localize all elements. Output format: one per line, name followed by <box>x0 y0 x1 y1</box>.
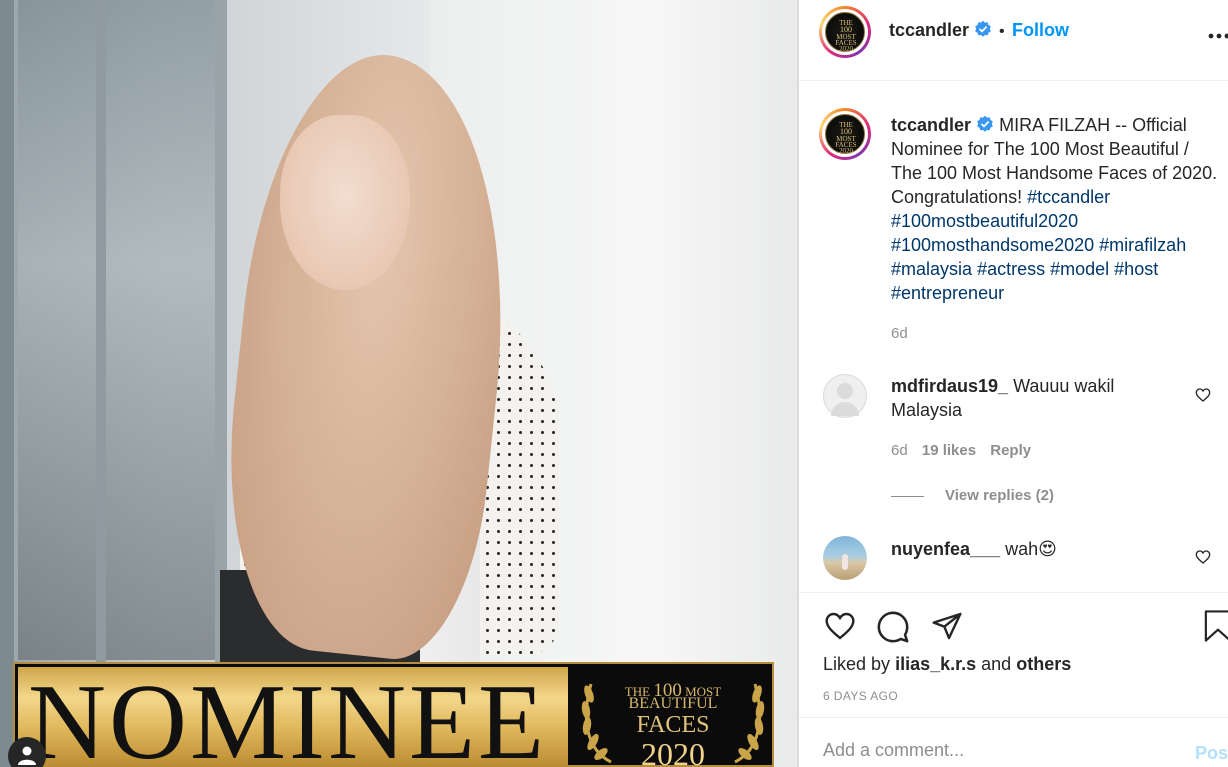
add-comment-bar: Post <box>799 717 1228 767</box>
avatar-figure <box>842 554 848 570</box>
comment-like-icon[interactable] <box>1195 387 1211 403</box>
comment-item: mdfirdaus19_ Wauuu wakil Malaysia <box>891 374 1181 422</box>
banner-gold-panel: NOMINEE <box>18 667 568 767</box>
share-icon[interactable] <box>930 610 964 642</box>
comment-reply-button[interactable]: Reply <box>990 442 1031 459</box>
header-identity: tccandler • Follow <box>889 20 1069 41</box>
hashtag-link[interactable]: #100mosthandsome2020 <box>891 235 1094 255</box>
comment-item: nuyenfea___ wah😍 <box>891 537 1181 561</box>
caption-time[interactable]: 6d <box>891 325 908 342</box>
header-username[interactable]: tccandler <box>889 20 969 40</box>
avatar-text: 2020 <box>839 45 853 53</box>
award-badge: THE 100 MOST BEAUTIFUL FACES 2020 <box>575 670 771 767</box>
hashtag-link[interactable]: #actress <box>977 259 1045 279</box>
liked-by-and: and <box>981 654 1012 674</box>
avatar-frame: THE 100 MOST FACES 2020 <box>822 111 868 157</box>
comment-icon[interactable] <box>876 610 910 644</box>
model-figure <box>180 43 600 695</box>
verified-badge-icon <box>974 20 991 37</box>
liked-by-user[interactable]: ilias_k.r.s <box>895 654 976 674</box>
add-comment-input[interactable] <box>823 740 1163 761</box>
view-replies-button[interactable]: View replies (2) <box>945 487 1054 504</box>
comment-like-icon[interactable] <box>1195 549 1211 565</box>
comment-likes[interactable]: 19 likes <box>922 442 976 459</box>
post-header: THE 100 MOST FACES 2020 tccandler • Foll… <box>799 0 1228 81</box>
badge-year: 2020 <box>641 736 705 767</box>
liked-by-text: Liked by ilias_k.r.s and others <box>823 654 1071 675</box>
view-replies-line <box>891 496 924 497</box>
hashtag-link[interactable]: #100mostbeautiful2020 <box>891 211 1078 231</box>
comment-text: wah <box>1005 539 1039 559</box>
more-options-button[interactable] <box>1208 20 1228 46</box>
post-comment-button[interactable]: Post <box>1195 743 1228 764</box>
more-horizontal-icon <box>1208 33 1228 39</box>
hashtag-link[interactable]: #malaysia <box>891 259 972 279</box>
comment-avatar[interactable] <box>823 374 867 418</box>
comment-username[interactable]: mdfirdaus19_ <box>891 376 1008 396</box>
liked-by-prefix: Liked by <box>823 654 891 674</box>
heart-eyes-emoji: 😍 <box>1038 539 1057 559</box>
avatar-logo: THE 100 MOST FACES 2020 <box>825 114 865 155</box>
caption-username[interactable]: tccandler <box>891 115 971 135</box>
hashtag-link[interactable]: #tccandler <box>1027 187 1110 207</box>
avatar-text: 2020 <box>839 147 853 155</box>
hashtag-link[interactable]: #entrepreneur <box>891 283 1004 303</box>
comment-avatar[interactable] <box>823 536 867 580</box>
badge-line-2: BEAUTIFUL <box>628 695 718 712</box>
tagged-user-button[interactable] <box>8 737 46 767</box>
nominee-banner: NOMINEE THE 100 MOST BEAUTIFUL FACES 202… <box>13 662 774 767</box>
hashtag-link[interactable]: #host <box>1114 259 1158 279</box>
post-actions: Liked by ilias_k.r.s and others 6 DAYS A… <box>799 592 1228 717</box>
user-icon <box>18 746 36 765</box>
caption-avatar[interactable]: THE 100 MOST FACES 2020 <box>819 108 871 160</box>
avatar-frame: THE 100 MOST FACES 2020 <box>822 9 868 55</box>
hashtag-link[interactable]: #mirafilzah <box>1099 235 1186 255</box>
avatar-logo: THE 100 MOST FACES 2020 <box>825 12 865 53</box>
post-sidebar: THE 100 MOST FACES 2020 tccandler • Foll… <box>797 0 1228 767</box>
comment-meta: 6d 19 likes Reply <box>891 442 1031 459</box>
verified-badge-icon <box>977 115 993 132</box>
save-icon[interactable] <box>1203 609 1228 643</box>
instagram-post-view: NOMINEE THE 100 MOST BEAUTIFUL FACES 202… <box>0 0 1228 767</box>
badge-line-3: FACES <box>636 712 710 738</box>
post-date[interactable]: 6 DAYS AGO <box>823 689 898 703</box>
follow-button[interactable]: Follow <box>1012 20 1069 40</box>
like-icon[interactable] <box>823 610 857 642</box>
banner-word: NOMINEE <box>28 663 547 767</box>
window-frame <box>0 0 14 767</box>
face <box>280 115 410 290</box>
window-frame <box>96 0 106 767</box>
hashtag-link[interactable]: #model <box>1050 259 1109 279</box>
post-caption: tccandler MIRA FILZAH -- Official Nomine… <box>891 113 1221 305</box>
header-avatar[interactable]: THE 100 MOST FACES 2020 <box>819 6 871 58</box>
comment-time[interactable]: 6d <box>891 442 908 459</box>
comment-username[interactable]: nuyenfea___ <box>891 539 1000 559</box>
header-separator: • <box>998 23 1005 40</box>
post-image[interactable]: NOMINEE THE 100 MOST BEAUTIFUL FACES 202… <box>0 0 797 767</box>
liked-by-others[interactable]: others <box>1016 654 1071 674</box>
